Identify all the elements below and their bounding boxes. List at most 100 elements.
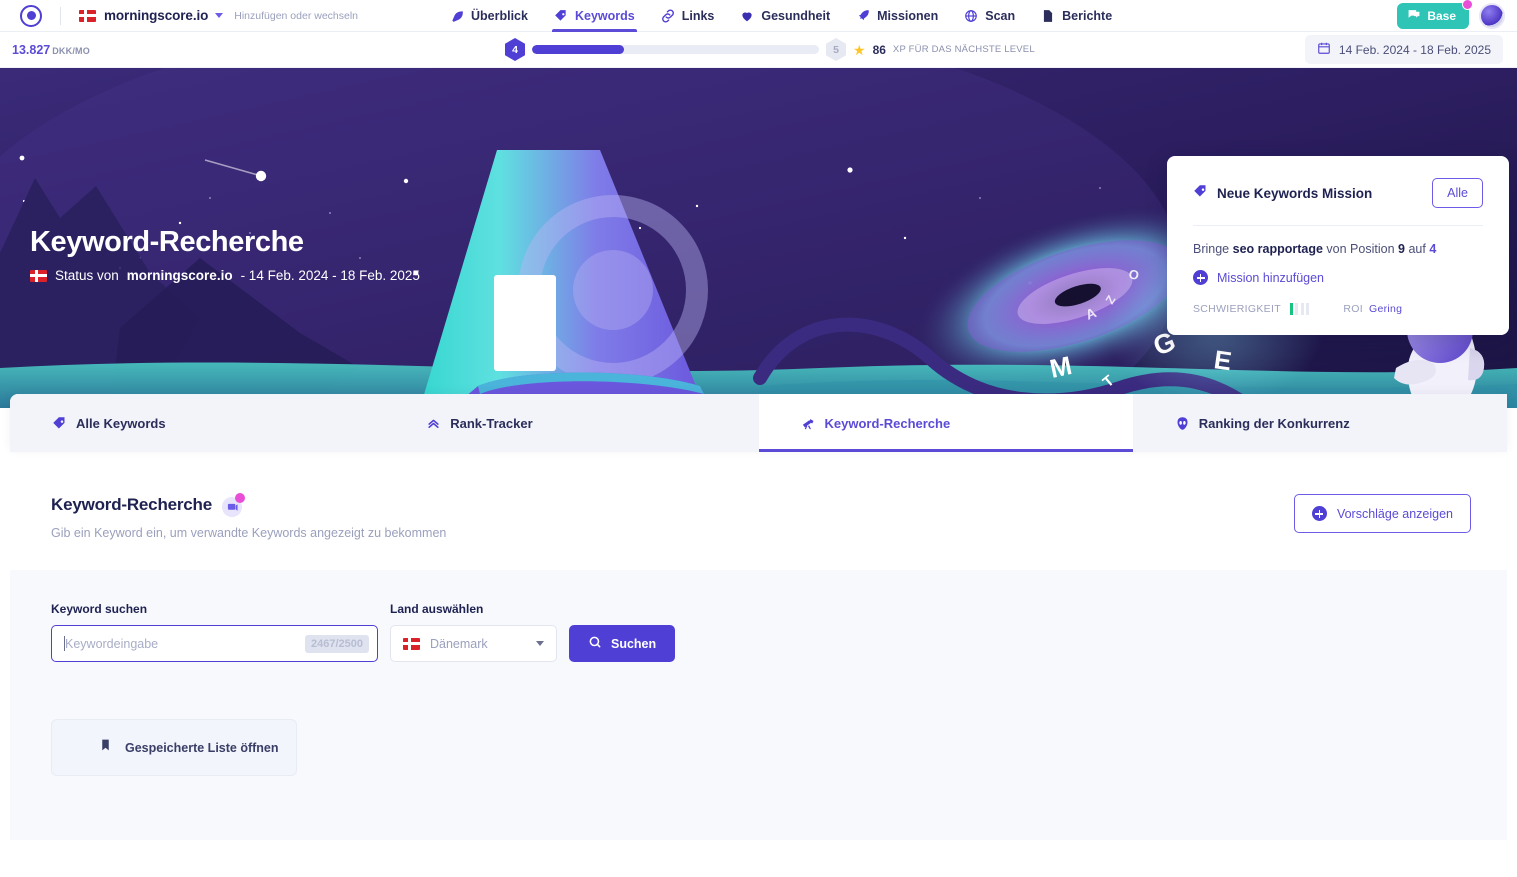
rocket-icon [856, 9, 870, 23]
status-site: morningscore.io [126, 268, 233, 283]
plus-circle-icon [1193, 270, 1208, 285]
mrr-value: 13.827 DKK/MO [12, 43, 90, 57]
globe-icon [964, 9, 978, 23]
topbar-right-actions: Base [1397, 0, 1505, 32]
calendar-icon [1317, 41, 1331, 58]
divider [60, 6, 61, 25]
status-dates: - 14 Feb. 2024 - 18 Feb. 2025 [240, 268, 420, 283]
chat-icon [1407, 8, 1421, 24]
video-tutorial-icon[interactable] [222, 493, 245, 517]
plus-circle-icon [1311, 506, 1327, 521]
tag-icon [1193, 184, 1208, 202]
mission-middle: von Position [1326, 242, 1395, 256]
nav-tab-label: Missionen [877, 9, 939, 23]
nav-tab-berichte[interactable]: Berichte [1028, 0, 1125, 32]
nav-tab-missionen[interactable]: Missionen [843, 0, 951, 32]
nav-tab-gesundheit[interactable]: Gesundheit [727, 0, 843, 32]
add-mission-button[interactable]: Mission hinzufügen [1193, 270, 1483, 285]
hero-status-line: Status von morningscore.io - 14 Feb. 202… [30, 268, 420, 283]
subtab-rank-tracker[interactable]: Rank-Tracker [384, 394, 759, 452]
search-button-label: Suchen [611, 636, 657, 651]
mission-position-from: 9 [1398, 242, 1405, 256]
subtab-label: Alle Keywords [76, 415, 166, 431]
subtab-keyword-recherche[interactable]: Keyword-Recherche [758, 394, 1134, 452]
content-title-row: Keyword-Recherche [51, 493, 446, 517]
denmark-flag-icon [79, 9, 96, 22]
xp-label: XP für das nächste Level [892, 44, 1035, 55]
mission-all-button[interactable]: Alle [1432, 178, 1483, 208]
base-button[interactable]: Base [1397, 0, 1473, 29]
tag-icon [554, 9, 568, 23]
telescope-icon [801, 416, 816, 431]
mission-card-header: Neue Keywords Mission Alle [1193, 178, 1483, 208]
mission-description: Bringe seo rapportage von Position 9 auf… [1193, 242, 1483, 256]
open-saved-list-label: Gespeicherte Liste öffnen [125, 740, 279, 755]
difficulty-label: SCHWIERIGKEIT [1193, 303, 1281, 315]
mission-card-footer: SCHWIERIGKEIT ROI Gering [1193, 303, 1483, 315]
nav-tab-scan[interactable]: Scan [951, 0, 1028, 32]
document-icon [1041, 9, 1055, 23]
nav-tab-label: Gesundheit [761, 9, 831, 23]
mission-keyword: seo rapportage [1232, 242, 1323, 256]
roi-block: ROI Gering [1343, 303, 1402, 315]
nav-tab-label: Überblick [471, 9, 528, 23]
difficulty-meter [1289, 303, 1310, 315]
mrr-amount: 13.827 [12, 42, 51, 57]
mission-card: Neue Keywords Mission Alle Bringe seo ra… [1167, 156, 1509, 335]
xp-progress-bar: 13.827 DKK/MO 4 5 ★ 86 XP für das nächste… [0, 32, 1517, 68]
section-tabs: Alle Keywords Rank-Tracker Keyword-Reche… [10, 394, 1507, 452]
nav-tab-uberblick[interactable]: Überblick [437, 0, 541, 32]
morningscore-logo-icon[interactable] [20, 4, 42, 27]
tag-icon [52, 416, 67, 431]
country-field-group: Land auswählen Dänemark [390, 602, 557, 662]
top-navigation-bar: morningscore.io Hinzufügen oder wechseln… [0, 0, 1517, 32]
mission-card-title: Neue Keywords Mission [1217, 185, 1373, 201]
nav-tab-links[interactable]: Links [648, 0, 728, 32]
main-nav-tabs: Überblick Keywords Links Gesundheit Miss… [437, 0, 1125, 32]
feather-icon [450, 9, 464, 23]
show-suggestions-button[interactable]: Vorschläge anzeigen [1293, 494, 1471, 533]
keyword-field-group: Keyword suchen Keywordeingabe 2467/2500 [51, 602, 378, 662]
page-title: Keyword-Recherche [30, 226, 304, 258]
mission-position-to: 4 [1429, 242, 1437, 256]
nav-tab-label: Keywords [574, 9, 635, 23]
search-input-placeholder: Keywordeingabe [65, 636, 159, 651]
subtab-ranking-konkurrenz[interactable]: Ranking der Konkurrenz [1132, 394, 1507, 452]
current-level-badge: 4 [505, 38, 525, 61]
search-form-row: Keyword suchen Keywordeingabe 2467/2500 … [51, 602, 1466, 662]
nav-tab-label: Scan [985, 9, 1016, 23]
base-button-label: Base [1427, 9, 1456, 23]
search-button[interactable]: Suchen [569, 625, 676, 662]
subtab-label: Keyword-Recherche [824, 415, 951, 431]
country-select-label: Land auswählen [390, 602, 484, 616]
star-icon: ★ [853, 41, 866, 58]
subtab-alle-keywords[interactable]: Alle Keywords [10, 394, 385, 452]
mission-prefix: Bringe [1193, 242, 1230, 256]
date-range-label: 14 Feb. 2024 - 18 Feb. 2025 [1338, 42, 1491, 57]
bookmark-icon [99, 737, 112, 758]
nav-tab-keywords[interactable]: Keywords [541, 0, 648, 32]
content-subtitle: Gib ein Keyword ein, um verwandte Keywor… [51, 526, 447, 540]
add-or-switch-link[interactable]: Hinzufügen oder wechseln [234, 10, 358, 22]
mission-auf: auf [1408, 242, 1426, 256]
open-saved-list-button[interactable]: Gespeicherte Liste öffnen [51, 719, 297, 776]
hero-banner: A O Z M T G E K A H Keyword-Recherche [0, 68, 1517, 408]
content-header: Keyword-Recherche Gib ein Keyword ein, u… [10, 452, 1507, 540]
search-icon [588, 635, 602, 652]
date-range-picker[interactable]: 14 Feb. 2024 - 18 Feb. 2025 [1304, 35, 1503, 64]
site-selector-label[interactable]: morningscore.io [104, 8, 208, 23]
status-prefix: Status von [55, 268, 119, 283]
chevron-down-icon[interactable] [215, 13, 224, 18]
subtab-label: Ranking der Konkurrenz [1198, 415, 1350, 431]
avatar[interactable] [1479, 3, 1505, 29]
denmark-flag-icon [30, 269, 47, 282]
country-select[interactable]: Dänemark [390, 625, 557, 662]
roi-label: ROI [1343, 303, 1363, 315]
next-level-badge: 5 [826, 38, 846, 61]
xp-value: 86 [872, 42, 886, 57]
nav-tab-label: Links [681, 9, 715, 23]
level-progress: 4 5 ★ 86 XP für das nächste Level [505, 38, 1035, 61]
mission-card-title-row: Neue Keywords Mission [1193, 184, 1372, 202]
search-input[interactable]: Keywordeingabe 2467/2500 [51, 625, 378, 662]
search-form-area: Keyword suchen Keywordeingabe 2467/2500 … [10, 570, 1507, 840]
